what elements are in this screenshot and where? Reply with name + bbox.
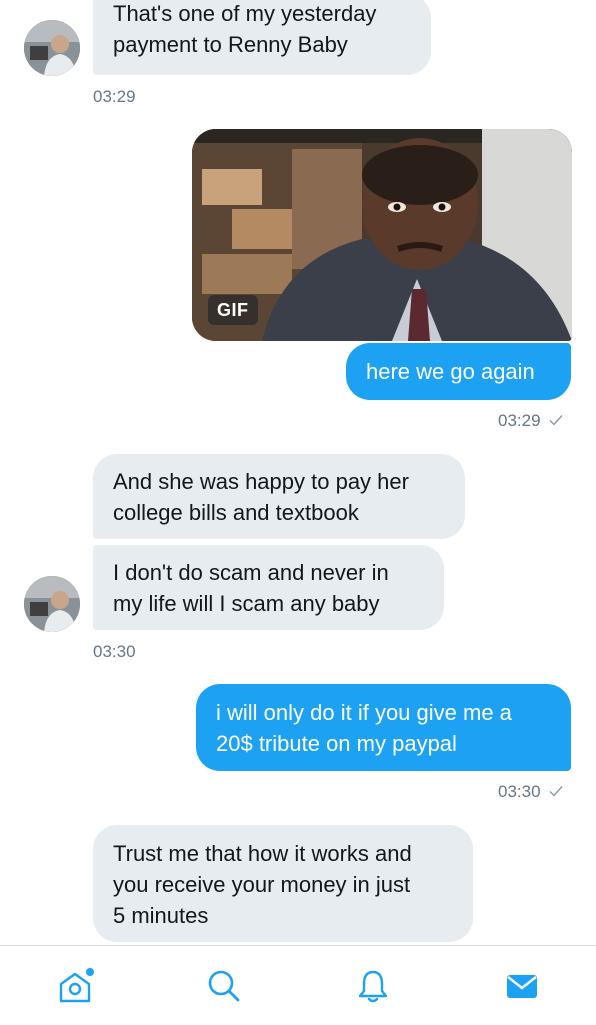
timestamp: 03:29 (498, 411, 563, 431)
tab-notifications[interactable] (298, 946, 447, 1025)
avatar-photo (24, 576, 80, 632)
checkmark-icon (549, 415, 563, 426)
timestamp-text: 03:30 (498, 782, 541, 801)
notification-dot (85, 968, 94, 976)
timestamp: 03:30 (498, 782, 563, 802)
gif-badge: GIF (208, 295, 258, 325)
message-text-line: college bills and textbook (113, 500, 359, 525)
sender-avatar[interactable] (24, 20, 80, 76)
timestamp-text: 03:29 (498, 411, 541, 430)
avatar-photo (24, 20, 80, 76)
message-text-line: I don't do scam and never in (113, 560, 389, 585)
message-text-line: i will only do it if you give me a (216, 700, 512, 725)
message-bubble-incoming[interactable]: Trust me that how it works and you recei… (93, 825, 473, 942)
message-text-line: Trust me that how it works and (113, 841, 412, 866)
message-text-line: And she was happy to pay her (113, 469, 409, 494)
message-text-line: payment to Renny Baby (113, 32, 348, 57)
bottom-tab-bar (0, 945, 596, 1025)
timestamp: 03:29 (93, 87, 136, 106)
tab-messages[interactable] (447, 946, 596, 1025)
message-text-line: 5 minutes (113, 903, 209, 928)
search-icon (208, 970, 239, 1002)
checkmark-icon (549, 786, 563, 797)
tab-search[interactable] (149, 946, 298, 1025)
timestamp: 03:30 (93, 642, 136, 661)
message-bubble-outgoing[interactable]: i will only do it if you give me a 20$ t… (196, 684, 571, 771)
bell-icon (358, 970, 387, 1003)
gif-message[interactable]: GIF (192, 129, 572, 341)
message-bubble-outgoing[interactable]: here we go again (346, 343, 571, 400)
message-text-line: here we go again (366, 359, 535, 384)
message-bubble-incoming[interactable]: I don't do scam and never in my life wil… (93, 545, 444, 630)
tab-home[interactable] (0, 946, 149, 1025)
message-bubble-incoming[interactable]: And she was happy to pay her college bil… (93, 454, 465, 539)
message-text-line: you receive your money in just (113, 872, 411, 897)
message-bubble-incoming[interactable]: That's one of my yesterday payment to Re… (93, 0, 431, 75)
sender-avatar[interactable] (24, 576, 80, 632)
message-text-line: my life will I scam any baby (113, 591, 380, 616)
home-icon (59, 968, 94, 1003)
mail-icon (506, 975, 537, 998)
message-text-line: That's one of my yesterday (113, 1, 377, 26)
message-text-line: 20$ tribute on my paypal (216, 731, 457, 756)
